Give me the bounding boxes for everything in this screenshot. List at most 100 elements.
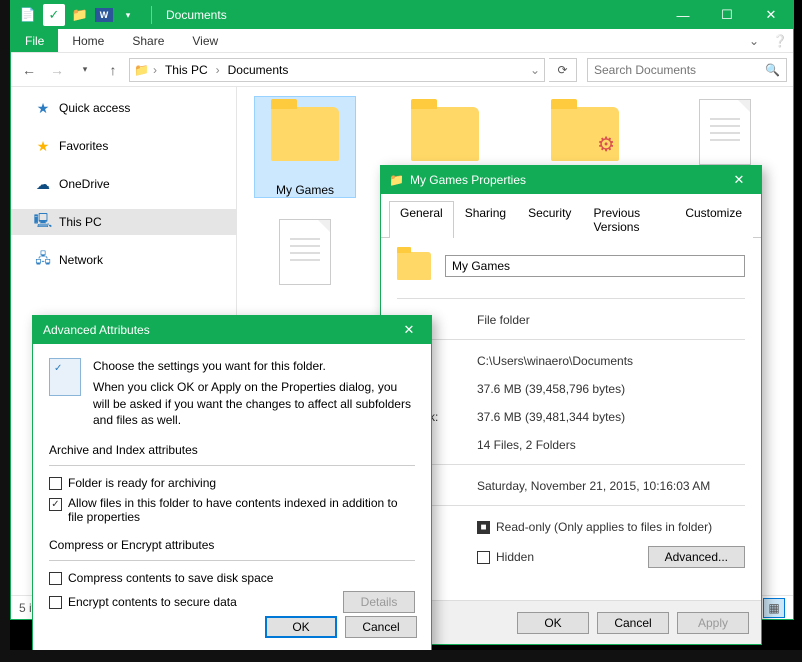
intro-text-2: When you click OK or Apply on the Proper… bbox=[93, 379, 415, 429]
file-tab[interactable]: File bbox=[11, 29, 58, 52]
properties-dialog: 📁 My Games Properties ✕ General Sharing … bbox=[380, 165, 762, 645]
breadcrumb-documents[interactable]: Documents bbox=[224, 63, 293, 77]
search-input[interactable] bbox=[594, 63, 765, 77]
created-value: Saturday, November 21, 2015, 10:16:03 AM bbox=[477, 479, 745, 493]
cloud-icon: ☁ bbox=[35, 176, 51, 192]
readonly-checkbox[interactable]: ■Read-only (Only applies to files in fol… bbox=[477, 520, 745, 534]
check-icon[interactable]: ✓ bbox=[43, 4, 65, 26]
nav-favorites[interactable]: ★Favorites bbox=[11, 133, 236, 159]
folder-name-input[interactable] bbox=[445, 255, 745, 277]
nav-quick-access[interactable]: ★Quick access bbox=[11, 95, 236, 121]
ribbon: File Home Share View ⌄ ❔ bbox=[11, 29, 793, 53]
address-folder-icon: 📁 bbox=[134, 63, 149, 77]
recent-dropdown-icon[interactable]: ▾ bbox=[73, 58, 97, 82]
compress-group-title: Compress or Encrypt attributes bbox=[49, 538, 415, 552]
explorer-titlebar[interactable]: 📄 ✓ 📁 W ▾ Documents — ☐ ✕ bbox=[11, 1, 793, 29]
word-icon[interactable]: W bbox=[95, 8, 113, 22]
view-icons-button[interactable]: ▦ bbox=[763, 598, 785, 618]
tab-general[interactable]: General bbox=[389, 201, 454, 238]
tab-view[interactable]: View bbox=[178, 29, 232, 52]
folder-icon[interactable]: 📁 bbox=[69, 4, 91, 26]
intro-text-1: Choose the settings you want for this fo… bbox=[93, 358, 415, 375]
cancel-button[interactable]: Cancel bbox=[597, 612, 669, 634]
properties-icon[interactable]: 📄 bbox=[17, 4, 39, 26]
sizeondisk-value: 37.6 MB (39,481,344 bytes) bbox=[477, 410, 745, 424]
archive-group-title: Archive and Index attributes bbox=[49, 443, 415, 457]
network-icon: 🖧 bbox=[35, 252, 51, 268]
back-button[interactable]: ← bbox=[17, 58, 41, 82]
address-dropdown-icon[interactable]: ⌄ bbox=[530, 63, 540, 77]
advanced-attributes-dialog: Advanced Attributes ✕ Choose the setting… bbox=[32, 315, 432, 651]
ribbon-expand-icon[interactable]: ⌄ bbox=[741, 29, 767, 52]
checkbox-icon: ■ bbox=[477, 521, 490, 534]
checkbox-icon bbox=[49, 477, 62, 490]
tab-share[interactable]: Share bbox=[118, 29, 178, 52]
archive-checkbox[interactable]: Folder is ready for archiving bbox=[49, 476, 415, 490]
folder-icon: 📁 bbox=[389, 173, 404, 187]
compress-checkbox[interactable]: Compress contents to save disk space bbox=[49, 571, 415, 585]
file-item-mygames[interactable]: My Games bbox=[255, 97, 355, 197]
details-button[interactable]: Details bbox=[343, 591, 415, 613]
tab-sharing[interactable]: Sharing bbox=[454, 201, 517, 238]
navigation-bar: ← → ▾ ↑ 📁 › This PC › Documents ⌄ ⟳ 🔍 bbox=[11, 53, 793, 87]
close-button[interactable]: ✕ bbox=[717, 166, 761, 194]
search-icon[interactable]: 🔍 bbox=[765, 63, 780, 77]
size-value: 37.6 MB (39,458,796 bytes) bbox=[477, 382, 745, 396]
refresh-button[interactable]: ⟳ bbox=[549, 58, 577, 82]
folder-icon bbox=[397, 252, 431, 280]
checkbox-icon bbox=[49, 498, 62, 511]
dialog-title: Advanced Attributes bbox=[43, 323, 150, 337]
ok-button[interactable]: OK bbox=[517, 612, 589, 634]
chevron-right-icon[interactable]: › bbox=[216, 63, 220, 77]
close-button[interactable]: ✕ bbox=[387, 316, 431, 344]
monitor-icon: 🖳 bbox=[35, 214, 51, 230]
maximize-button[interactable]: ☐ bbox=[705, 1, 749, 29]
taskbar-edge bbox=[0, 0, 10, 662]
folder-icon: ⚙ bbox=[551, 107, 619, 161]
tab-previous-versions[interactable]: Previous Versions bbox=[582, 201, 674, 238]
tab-home[interactable]: Home bbox=[58, 29, 118, 52]
properties-body: Type:File folder ation:C:\Users\winaero\… bbox=[381, 238, 761, 592]
star-icon: ★ bbox=[35, 138, 51, 154]
address-bar[interactable]: 📁 › This PC › Documents ⌄ bbox=[129, 58, 545, 82]
breadcrumb-thispc[interactable]: This PC bbox=[161, 63, 212, 77]
tab-customize[interactable]: Customize bbox=[674, 201, 753, 238]
ok-button[interactable]: OK bbox=[265, 616, 337, 638]
properties-titlebar[interactable]: 📁 My Games Properties ✕ bbox=[381, 166, 761, 194]
file-item[interactable] bbox=[255, 217, 355, 295]
qat-dropdown-icon[interactable]: ▾ bbox=[117, 4, 139, 26]
nav-onedrive[interactable]: ☁OneDrive bbox=[11, 171, 236, 197]
index-checkbox[interactable]: Allow files in this folder to have conte… bbox=[49, 496, 415, 524]
advanced-titlebar[interactable]: Advanced Attributes ✕ bbox=[33, 316, 431, 344]
close-button[interactable]: ✕ bbox=[749, 1, 793, 29]
type-value: File folder bbox=[477, 313, 745, 327]
advanced-body: Choose the settings you want for this fo… bbox=[33, 344, 431, 641]
advanced-button[interactable]: Advanced... bbox=[648, 546, 745, 568]
checkbox-icon bbox=[49, 572, 62, 585]
folder-icon bbox=[411, 107, 479, 161]
hidden-checkbox[interactable]: Hidden bbox=[477, 550, 534, 564]
checkbox-icon bbox=[49, 596, 62, 609]
forward-button[interactable]: → bbox=[45, 58, 69, 82]
chevron-right-icon[interactable]: › bbox=[153, 63, 157, 77]
file-label: My Games bbox=[255, 183, 355, 197]
nav-this-pc[interactable]: 🖳This PC bbox=[11, 209, 236, 235]
document-icon bbox=[699, 99, 751, 165]
window-title: Documents bbox=[166, 8, 227, 22]
help-icon[interactable]: ❔ bbox=[767, 29, 793, 52]
location-value: C:\Users\winaero\Documents bbox=[477, 354, 745, 368]
encrypt-checkbox[interactable]: Encrypt contents to secure data bbox=[49, 595, 343, 609]
document-icon bbox=[279, 219, 331, 285]
apply-button[interactable]: Apply bbox=[677, 612, 749, 634]
properties-tabs: General Sharing Security Previous Versio… bbox=[381, 194, 761, 238]
tab-security[interactable]: Security bbox=[517, 201, 582, 238]
star-icon: ★ bbox=[35, 100, 51, 116]
nav-network[interactable]: 🖧Network bbox=[11, 247, 236, 273]
properties-footer: OK Cancel Apply bbox=[381, 600, 761, 644]
search-box[interactable]: 🔍 bbox=[587, 58, 787, 82]
folder-icon bbox=[271, 107, 339, 161]
up-button[interactable]: ↑ bbox=[101, 58, 125, 82]
taskbar-bottom bbox=[0, 650, 802, 662]
minimize-button[interactable]: — bbox=[661, 1, 705, 29]
cancel-button[interactable]: Cancel bbox=[345, 616, 417, 638]
